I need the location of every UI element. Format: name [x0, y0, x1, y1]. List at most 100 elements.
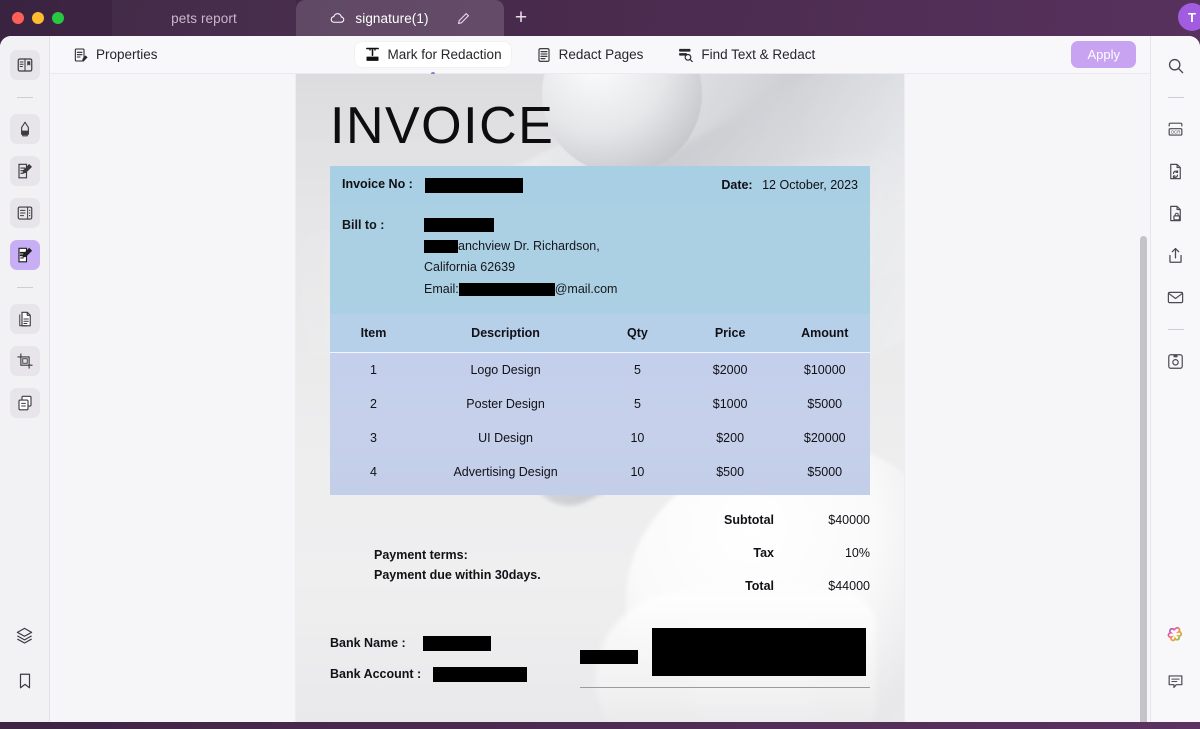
tab-signature-1[interactable]: signature(1): [296, 0, 504, 36]
cell-qty: 10: [594, 421, 681, 455]
payment-terms: Payment terms: Payment due within 30days…: [374, 545, 541, 585]
invoice-no-redaction-box[interactable]: [425, 178, 523, 193]
invoice-table-body: 1 Logo Design 5 $2000 $10000 2 Poster De…: [330, 353, 870, 496]
bank-name-row: Bank Name :: [330, 628, 580, 659]
rail-divider: [17, 97, 33, 98]
bill-to-address-row-2: California 62639: [424, 257, 858, 279]
subtotal-label: Subtotal: [654, 513, 774, 527]
apply-label: Apply: [1087, 47, 1120, 62]
email-icon[interactable]: [1161, 282, 1191, 312]
sidebar-item-compare-files[interactable]: [10, 388, 40, 418]
pencil-icon[interactable]: [457, 12, 470, 25]
app-window: pets report signature(1) +: [0, 0, 1200, 729]
sidebar-item-redact-tool[interactable]: [10, 240, 40, 270]
sidebar-item-crop-page[interactable]: [10, 346, 40, 376]
subtotal-value: $40000: [774, 513, 870, 527]
comments-icon[interactable]: [1161, 666, 1191, 696]
cloud-icon: [330, 11, 345, 26]
mark-redaction-icon: [364, 46, 381, 63]
email-redaction-box[interactable]: [459, 283, 555, 296]
properties-icon: [73, 47, 89, 63]
table-row: 3 UI Design 10 $200 $20000: [330, 421, 870, 455]
cell-amount: $10000: [780, 353, 870, 388]
table-row: 2 Poster Design 5 $1000 $5000: [330, 387, 870, 421]
rail-divider-2: [17, 287, 33, 288]
sidebar-item-highlighter[interactable]: [10, 114, 40, 144]
bill-to-address-redaction-box[interactable]: [424, 240, 458, 253]
pdf-page[interactable]: INVOICE Invoice No : Date: 12 October, 2…: [296, 74, 904, 722]
cell-price: $200: [681, 421, 780, 455]
vertical-scrollbar[interactable]: [1140, 236, 1147, 722]
protect-icon[interactable]: [1161, 198, 1191, 228]
bill-to-name-row: [424, 214, 858, 236]
bank-account-label: Bank Account :: [330, 667, 421, 681]
cell-amount: $5000: [780, 455, 870, 495]
bill-to-address-row-1: anchview Dr. Richardson,: [424, 236, 858, 258]
right-rail-divider: [1168, 97, 1184, 98]
minimize-window-button[interactable]: [32, 12, 44, 24]
bank-name-redaction-box[interactable]: [423, 636, 491, 651]
bank-name-label: Bank Name :: [330, 636, 406, 650]
tab-label: pets report: [171, 11, 237, 26]
convert-icon[interactable]: [1161, 156, 1191, 186]
sidebar-item-annotate-edit[interactable]: [10, 156, 40, 186]
sidebar-item-layers[interactable]: [10, 620, 40, 650]
cell-description: Logo Design: [417, 353, 594, 388]
sidebar-item-form-fill[interactable]: [10, 198, 40, 228]
save-icon[interactable]: [1161, 346, 1191, 376]
date-label: Date:: [721, 178, 752, 192]
table-row: 1 Logo Design 5 $2000 $10000: [330, 353, 870, 388]
cell-qty: 10: [594, 455, 681, 495]
tab-bar: pets report signature(1) +: [112, 0, 538, 36]
column-header-item: Item: [330, 314, 417, 353]
bill-to-label: Bill to :: [342, 214, 424, 300]
apply-button[interactable]: Apply: [1071, 41, 1136, 68]
search-icon[interactable]: [1161, 50, 1191, 80]
signature-redaction-box[interactable]: [652, 628, 866, 676]
bank-account-row: Bank Account :: [330, 659, 580, 690]
center-column: Properties Mark for Redaction: [50, 36, 1150, 722]
bill-to-section: Bill to : anchview Dr. Richardson, Calif…: [330, 204, 870, 314]
close-window-button[interactable]: [12, 12, 24, 24]
redact-pages-icon: [536, 47, 552, 63]
redact-pages-button[interactable]: Redact Pages: [527, 43, 653, 67]
bill-to-name-redaction-box[interactable]: [424, 218, 494, 232]
table-row: 4 Advertising Design 10 $500 $5000: [330, 455, 870, 495]
new-tab-button[interactable]: +: [504, 0, 538, 36]
sidebar-item-reader-view[interactable]: [10, 50, 40, 80]
avatar[interactable]: T: [1178, 3, 1200, 31]
bank-account-redaction-box[interactable]: [433, 667, 527, 682]
email-domain: @mail.com: [555, 282, 618, 296]
cell-item: 1: [330, 353, 417, 388]
tax-label: Tax: [654, 546, 774, 560]
cell-item: 2: [330, 387, 417, 421]
invoice-totals: Payment terms: Payment due within 30days…: [330, 503, 870, 602]
signature-small-redaction-box[interactable]: [580, 650, 638, 664]
table-header-row: Item Description Qty Price Amount: [330, 314, 870, 353]
cell-price: $500: [681, 455, 780, 495]
sidebar-item-organize-pages[interactable]: [10, 304, 40, 334]
sidebar-item-bookmarks[interactable]: [10, 666, 40, 696]
tax-value: 10%: [774, 546, 870, 560]
share-icon[interactable]: [1161, 240, 1191, 270]
properties-button[interactable]: Properties: [64, 43, 167, 67]
document-viewport[interactable]: INVOICE Invoice No : Date: 12 October, 2…: [50, 74, 1150, 722]
date-value: 12 October, 2023: [762, 178, 858, 192]
cell-price: $2000: [681, 353, 780, 388]
ocr-icon[interactable]: OCR: [1161, 114, 1191, 144]
cell-item: 4: [330, 455, 417, 495]
ai-assistant-icon[interactable]: [1161, 620, 1191, 650]
title-bar: pets report signature(1) +: [0, 0, 1200, 36]
mark-for-redaction-button[interactable]: Mark for Redaction: [355, 42, 511, 67]
find-text-redact-button[interactable]: Find Text & Redact: [668, 42, 824, 67]
maximize-window-button[interactable]: [52, 12, 64, 24]
email-label: Email:: [424, 282, 459, 296]
bank-details-section: Bank Name : Bank Account :: [330, 628, 870, 689]
page-title: INVOICE: [330, 74, 870, 166]
invoice-no-label: Invoice No :: [342, 177, 413, 191]
left-toolbar-rail: [0, 36, 50, 722]
svg-text:OCR: OCR: [1171, 129, 1181, 134]
mark-redaction-label: Mark for Redaction: [388, 47, 502, 62]
tab-pets-report[interactable]: pets report: [112, 0, 296, 36]
invoice-number-group: Invoice No :: [342, 177, 523, 192]
